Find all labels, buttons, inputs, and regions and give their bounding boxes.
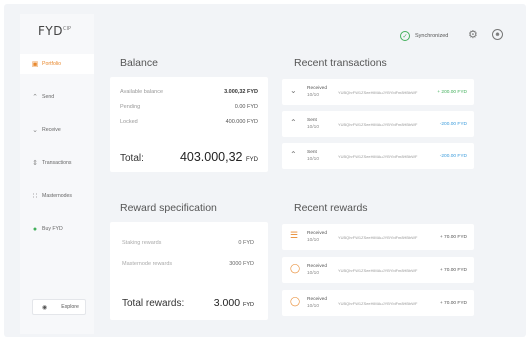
sidebar-item-receive[interactable]: ⌄ Receive (20, 120, 94, 140)
sidebar-item-label: Transactions (42, 160, 72, 166)
sidebar-item-portfolio[interactable]: ▣ Portfolio (20, 54, 94, 74)
sync-check-icon: ✓ (400, 31, 410, 41)
reward-row-staking: Staking rewards 0 FYD (122, 240, 254, 246)
sidebar-item-send[interactable]: ⌃ Send (20, 87, 94, 107)
balance-total: Total: 403.000,32 FYD (120, 150, 258, 164)
send-icon: ⌃ (32, 94, 38, 101)
balance-row-available: Available balance 3.000,32 FYD (120, 89, 258, 95)
sidebar-item-label: Masternodes (42, 193, 72, 199)
balance-title: Balance (120, 57, 158, 69)
reward-spec-title: Reward specification (120, 202, 217, 214)
sidebar-item-masternodes[interactable]: ∷ Masternodes (20, 186, 94, 206)
app-logo: FYDCIP (38, 24, 71, 38)
balance-row-pending: Pending 0.00 FYD (120, 104, 258, 110)
transaction-row[interactable]: ⌄ Received 10/10 YUBQhrFW1ZSeeHiMAuJYBYb… (282, 79, 474, 105)
chevron-up-icon: ⌃ (290, 118, 297, 127)
sync-status: Synchronized (415, 33, 449, 39)
reward-row-masternode: Masternode rewards 3000 FYD (122, 261, 254, 267)
eye-icon: ◉ (42, 304, 48, 311)
reward-total: Total rewards: 3.000 FYD (122, 297, 254, 309)
sidebar-item-label: Receive (42, 127, 61, 133)
explore-button[interactable]: ◉ Explore (32, 299, 86, 315)
wallet-icon: ▣ (31, 61, 39, 68)
reward-row[interactable]: ◯ Received 10/10 YUBQhrFW1ZSeeHiMAuJYBYb… (282, 290, 474, 316)
balance-row-locked: Locked 400.000 FYD (120, 119, 258, 125)
reward-icon: ◯ (290, 263, 301, 273)
reward-icon: ☰ (290, 230, 299, 240)
chevron-up-icon: ⌃ (290, 150, 297, 159)
balance-card: Available balance 3.000,32 FYD Pending 0.0… (110, 77, 268, 172)
gear-icon[interactable]: ⚙ (468, 28, 478, 41)
receive-icon: ⌄ (32, 127, 38, 134)
transaction-row[interactable]: ⌃ Sent 10/10 YUBQhrFW1ZSeeHiMAuJYBYbiFm8… (282, 143, 474, 169)
sidebar-item-buy[interactable]: ● Buy FYD (20, 219, 94, 239)
buy-icon: ● (32, 225, 38, 233)
sidebar-item-label: Portfolio (42, 61, 62, 67)
sidebar-item-label: Send (42, 94, 55, 100)
masternodes-icon: ∷ (32, 193, 38, 200)
transaction-row[interactable]: ⌃ Sent 10/10 YUBQhrFW1ZSeeHiMAuJYBYbiFm8… (282, 111, 474, 137)
reward-spec-card: Staking rewards 0 FYD Masternode rewards 3… (110, 222, 268, 320)
recent-transactions-title: Recent transactions (294, 57, 387, 69)
chevron-down-icon: ⌄ (290, 86, 297, 95)
sidebar-item-transactions[interactable]: ⇕ Transactions (20, 153, 94, 173)
sidebar: FYDCIP ▣ Portfolio ⌃ Send ⌄ Receive ⇕ Tr… (20, 14, 94, 334)
sidebar-item-label: Buy FYD (42, 226, 63, 232)
reward-row[interactable]: ☰ Received 10/10 YUBQhrFW1ZSeeHiMAuJYBYb… (282, 224, 474, 250)
reward-row[interactable]: ◯ Received 10/10 YUBQhrFW1ZSeeHiMAuJYBYb… (282, 257, 474, 283)
explore-label: Explore (61, 304, 79, 310)
recent-rewards-title: Recent rewards (294, 202, 368, 214)
transactions-icon: ⇕ (32, 160, 38, 167)
reward-icon: ◯ (290, 296, 301, 306)
user-icon[interactable]: ☻ (492, 29, 503, 40)
